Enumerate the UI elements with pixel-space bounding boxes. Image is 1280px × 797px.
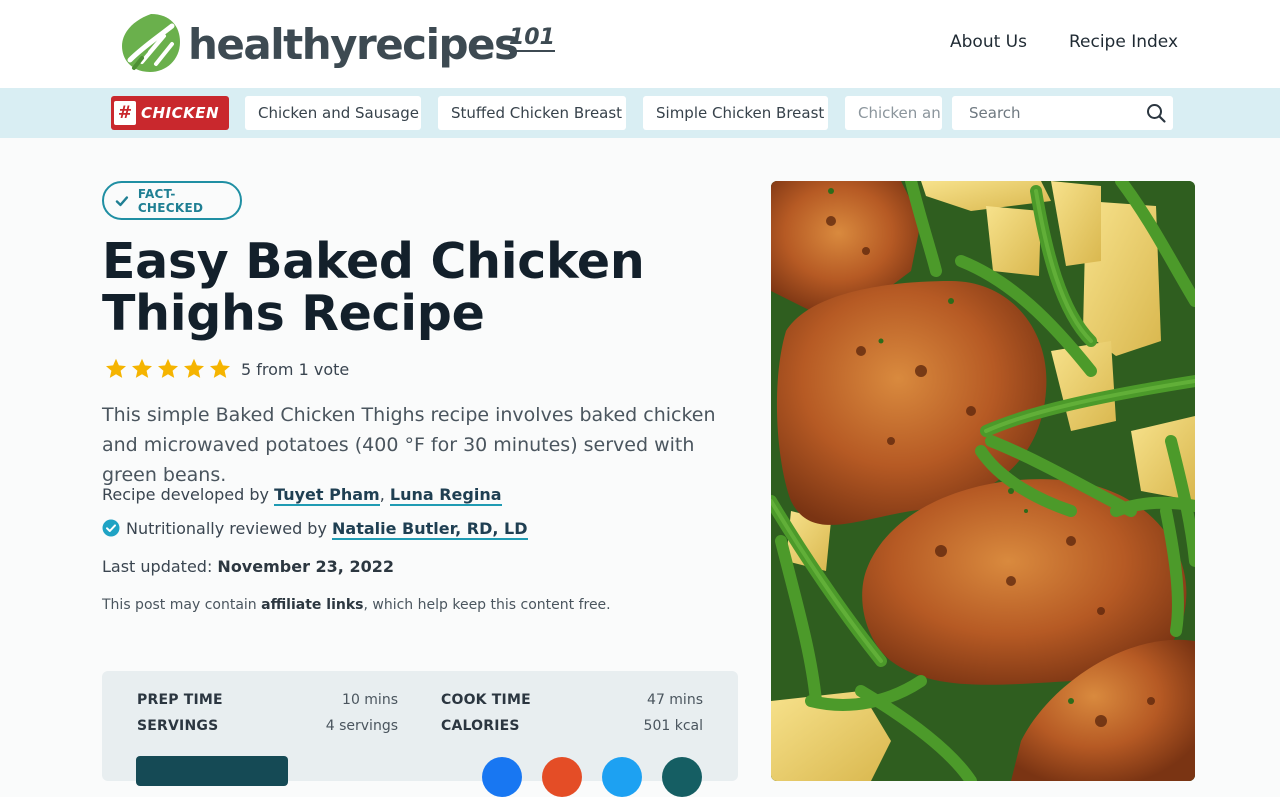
verified-badge-icon xyxy=(102,519,120,537)
star-icon xyxy=(210,358,230,378)
logo-wordmark: healthyrecipes xyxy=(188,20,519,69)
reviewer-link[interactable]: Natalie Butler, RD, LD xyxy=(332,519,528,540)
recipe-developers: Recipe developed by Tuyet Pham, Luna Reg… xyxy=(102,485,502,506)
recipe-info-box: PREP TIME 10 mins COOK TIME 47 mins SERV… xyxy=(102,671,738,797)
logo-number: 101 xyxy=(509,25,555,52)
author-link-tuyet-pham[interactable]: Tuyet Pham xyxy=(274,485,380,506)
category-tag-chicken[interactable]: # CHICKEN xyxy=(111,96,229,130)
prep-time-label: PREP TIME xyxy=(137,692,223,708)
recipe-title: Easy Baked Chicken Thighs Recipe xyxy=(102,233,645,342)
pinterest-share-button[interactable] xyxy=(542,757,582,797)
category-bar: # CHICKEN Chicken and Sausage Stuffed Ch… xyxy=(0,88,1280,138)
affiliate-suffix: , which help keep this content free. xyxy=(363,597,611,613)
rating-stars xyxy=(104,357,232,381)
author-separator: , xyxy=(379,485,390,504)
category-tag-label: CHICKEN xyxy=(141,104,220,122)
category-chip-chicken-and-sausage[interactable]: Chicken and Sausage xyxy=(245,96,421,130)
rating-text: 5 from 1 vote xyxy=(241,359,350,379)
category-chip-simple-chicken-breast[interactable]: Simple Chicken Breast xyxy=(643,96,828,130)
check-icon xyxy=(115,195,129,206)
star-icon xyxy=(132,358,152,378)
fact-checked-badge[interactable]: FACT-CHECKED xyxy=(102,181,242,220)
last-updated-date: November 23, 2022 xyxy=(217,557,394,576)
search-icon[interactable] xyxy=(1145,102,1167,124)
top-navigation: About Us Recipe Index xyxy=(950,32,1178,52)
recipe-rating[interactable]: 5 from 1 vote xyxy=(104,357,349,381)
servings-value: 4 servings xyxy=(325,718,398,734)
nav-recipe-index[interactable]: Recipe Index xyxy=(1069,32,1178,52)
calories-label: CALORIES xyxy=(441,718,520,734)
twitter-share-button[interactable] xyxy=(602,757,642,797)
search-input[interactable] xyxy=(952,96,1142,130)
facebook-share-button[interactable] xyxy=(482,757,522,797)
leaf-fork-icon xyxy=(122,14,180,72)
cook-time-value: 47 mins xyxy=(647,692,703,708)
category-chip-chicken-and[interactable]: Chicken an xyxy=(845,96,942,130)
prep-time-value: 10 mins xyxy=(342,692,398,708)
site-header: healthyrecipes 101 About Us Recipe Index xyxy=(0,0,1280,88)
star-icon xyxy=(158,358,178,378)
recipe-hero-image xyxy=(771,181,1195,781)
jump-to-recipe-button[interactable] xyxy=(136,756,288,786)
last-updated-label: Last updated: xyxy=(102,557,218,576)
nutrition-reviewer: Nutritionally reviewed by Natalie Butler… xyxy=(102,519,528,540)
affiliate-disclosure: This post may contain affiliate links, w… xyxy=(102,597,611,613)
developed-by-label: Recipe developed by xyxy=(102,485,275,504)
hashtag-icon: # xyxy=(114,101,136,125)
site-logo[interactable]: healthyrecipes 101 xyxy=(120,12,560,76)
author-link-luna-regina[interactable]: Luna Regina xyxy=(389,485,502,506)
recipe-description: This simple Baked Chicken Thighs recipe … xyxy=(102,404,716,486)
category-chip-stuffed-chicken-breast[interactable]: Stuffed Chicken Breast xyxy=(438,96,626,130)
baked-chicken-thighs-image xyxy=(771,181,1195,781)
email-share-button[interactable] xyxy=(662,757,702,797)
last-updated: Last updated: November 23, 2022 xyxy=(102,557,394,576)
search-box xyxy=(952,96,1173,130)
cook-time-label: COOK TIME xyxy=(441,692,531,708)
nav-about-us[interactable]: About Us xyxy=(950,32,1027,52)
affiliate-prefix: This post may contain xyxy=(102,597,262,613)
reviewed-by-label: Nutritionally reviewed by xyxy=(126,519,333,538)
servings-label: SERVINGS xyxy=(137,718,219,734)
star-icon xyxy=(184,358,204,378)
star-icon xyxy=(106,358,126,378)
calories-value: 501 kcal xyxy=(643,718,703,734)
fact-checked-label: FACT-CHECKED xyxy=(137,186,204,215)
affiliate-links-link[interactable]: affiliate links xyxy=(261,597,363,613)
